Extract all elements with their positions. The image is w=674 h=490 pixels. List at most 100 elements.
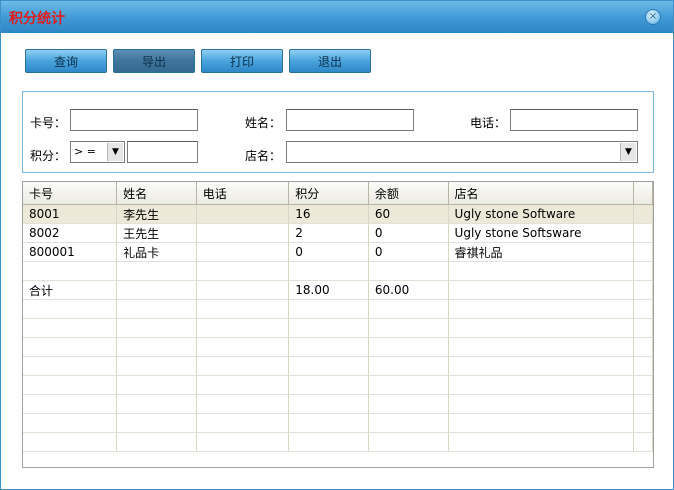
column-header[interactable]: 姓名 bbox=[116, 182, 197, 205]
table-row[interactable]: 800001 礼品卡 0 0 睿祺礼品 bbox=[23, 242, 653, 262]
table-cell bbox=[448, 280, 635, 300]
table-cell bbox=[288, 356, 369, 376]
export-button[interactable]: 导出 bbox=[113, 49, 195, 73]
table-row[interactable] bbox=[23, 299, 653, 319]
phone-label: 电话： bbox=[470, 116, 507, 130]
window-title: 积分统计 bbox=[9, 11, 65, 27]
table-row[interactable]: 合计 18.00 60.00 bbox=[23, 280, 653, 300]
table-cell bbox=[196, 413, 290, 433]
table-cell bbox=[116, 375, 197, 395]
table-cell bbox=[23, 375, 118, 395]
column-header-filler bbox=[633, 182, 653, 205]
table-row[interactable]: 8002 王先生 2 0 Ugly stone Softsware bbox=[23, 223, 653, 243]
table-row[interactable] bbox=[23, 394, 653, 414]
grid-body: 8001 李先生 16 60 Ugly stone Software 8002 王先生 2 0 U… bbox=[23, 204, 653, 452]
table-cell bbox=[196, 299, 290, 319]
phone-input[interactable] bbox=[510, 109, 638, 131]
table-cell: 60 bbox=[368, 204, 449, 224]
table-cell: 18.00 bbox=[288, 280, 369, 300]
table-row[interactable] bbox=[23, 413, 653, 433]
table-cell bbox=[288, 318, 369, 338]
table-row[interactable] bbox=[23, 432, 653, 452]
title-bar: 积分统计 × bbox=[1, 1, 673, 33]
table-cell bbox=[116, 261, 197, 281]
table-cell-filler bbox=[633, 242, 653, 262]
table-cell: 60.00 bbox=[368, 280, 449, 300]
table-cell-filler bbox=[633, 394, 653, 414]
table-cell bbox=[288, 375, 369, 395]
table-cell-filler bbox=[633, 432, 653, 452]
column-header[interactable]: 店名 bbox=[448, 182, 635, 205]
table-cell bbox=[23, 261, 118, 281]
table-row[interactable] bbox=[23, 356, 653, 376]
filter-panel: 卡号： 姓名： 电话： 积分： > = ▼ 店名： ▼ bbox=[22, 91, 654, 173]
table-cell-filler bbox=[633, 318, 653, 338]
table-cell bbox=[116, 394, 197, 414]
table-cell bbox=[23, 356, 118, 376]
table-cell-filler bbox=[633, 375, 653, 395]
table-cell-filler bbox=[633, 356, 653, 376]
table-cell bbox=[196, 261, 290, 281]
table-cell bbox=[448, 375, 635, 395]
name-label: 姓名： bbox=[245, 116, 282, 130]
column-header[interactable]: 余额 bbox=[368, 182, 449, 205]
table-cell bbox=[196, 375, 290, 395]
points-input[interactable] bbox=[127, 141, 198, 163]
table-cell: 礼品卡 bbox=[116, 242, 197, 262]
close-icon[interactable]: × bbox=[645, 9, 661, 25]
table-cell bbox=[368, 432, 449, 452]
exit-button[interactable]: 退出 bbox=[289, 49, 371, 73]
table-cell bbox=[23, 337, 118, 357]
table-cell: 0 bbox=[368, 242, 449, 262]
table-row[interactable] bbox=[23, 375, 653, 395]
column-header[interactable]: 积分 bbox=[288, 182, 369, 205]
column-header[interactable]: 卡号 bbox=[23, 182, 118, 205]
results-grid: 卡号 姓名 电话 积分 余额 店名 8001 李先生 16 60 Ugly stone Softw… bbox=[22, 181, 654, 468]
table-cell: Ugly stone Software bbox=[448, 204, 635, 224]
table-cell: 0 bbox=[288, 242, 369, 262]
table-cell: 8001 bbox=[23, 204, 118, 224]
table-row[interactable] bbox=[23, 337, 653, 357]
table-cell bbox=[448, 299, 635, 319]
table-cell bbox=[368, 261, 449, 281]
points-label: 积分： bbox=[30, 149, 67, 163]
card-number-input[interactable] bbox=[70, 109, 198, 131]
table-cell bbox=[196, 356, 290, 376]
table-cell bbox=[116, 299, 197, 319]
chevron-down-icon[interactable]: ▼ bbox=[620, 143, 636, 161]
table-cell bbox=[116, 413, 197, 433]
table-cell-filler bbox=[633, 299, 653, 319]
table-cell: 800001 bbox=[23, 242, 118, 262]
table-cell bbox=[196, 394, 290, 414]
table-cell bbox=[368, 356, 449, 376]
query-button[interactable]: 查询 bbox=[25, 49, 107, 73]
table-cell bbox=[196, 280, 290, 300]
table-row[interactable]: 8001 李先生 16 60 Ugly stone Software bbox=[23, 204, 653, 224]
print-button[interactable]: 打印 bbox=[201, 49, 283, 73]
table-cell bbox=[368, 413, 449, 433]
column-header[interactable]: 电话 bbox=[196, 182, 290, 205]
name-input[interactable] bbox=[286, 109, 414, 131]
points-operator-select[interactable]: > = ▼ bbox=[70, 141, 125, 163]
table-cell bbox=[196, 204, 290, 224]
table-cell bbox=[23, 318, 118, 338]
table-cell-filler bbox=[633, 413, 653, 433]
table-cell: 合计 bbox=[23, 280, 118, 300]
table-cell bbox=[116, 280, 197, 300]
table-cell-filler bbox=[633, 204, 653, 224]
table-cell bbox=[288, 413, 369, 433]
table-cell-filler bbox=[633, 223, 653, 243]
table-cell bbox=[368, 337, 449, 357]
table-cell bbox=[448, 413, 635, 433]
store-name-select[interactable]: ▼ bbox=[286, 141, 638, 163]
table-row[interactable] bbox=[23, 318, 653, 338]
table-cell-filler bbox=[633, 280, 653, 300]
table-cell: 李先生 bbox=[116, 204, 197, 224]
table-cell bbox=[196, 242, 290, 262]
table-cell: 王先生 bbox=[116, 223, 197, 243]
table-cell bbox=[196, 432, 290, 452]
chevron-down-icon[interactable]: ▼ bbox=[107, 143, 123, 161]
table-cell bbox=[288, 261, 369, 281]
header-row: 卡号 姓名 电话 积分 余额 店名 bbox=[23, 182, 653, 205]
table-row[interactable] bbox=[23, 261, 653, 281]
